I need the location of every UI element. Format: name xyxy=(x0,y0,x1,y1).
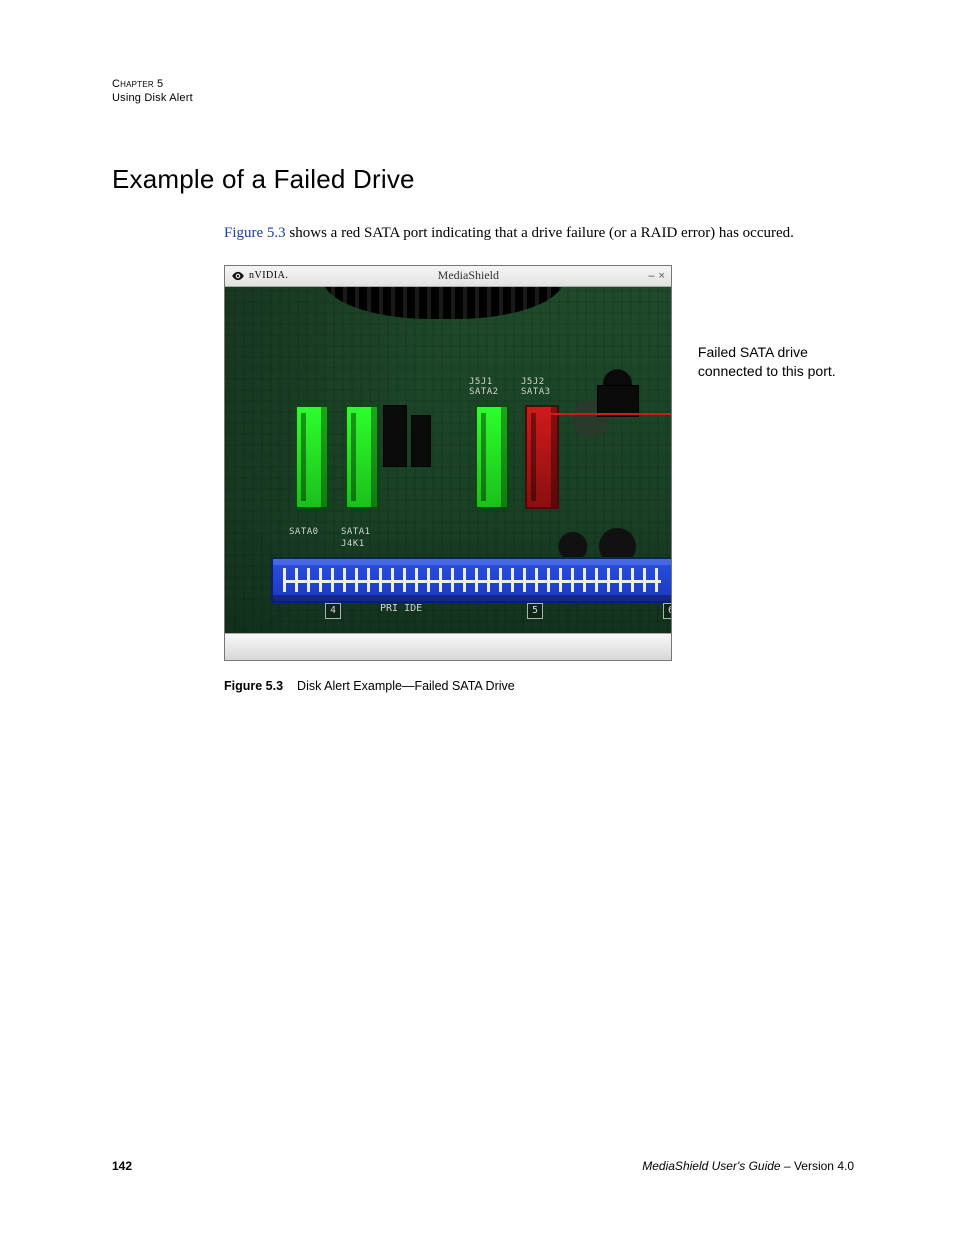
page-number: 142 xyxy=(112,1159,132,1173)
brand-text: nVIDIA. xyxy=(249,270,288,281)
doc-version: Version 4.0 xyxy=(794,1159,854,1173)
board-marker: 5 xyxy=(527,603,543,619)
j-label: J5J1 xyxy=(469,377,493,387)
section-label: Using Disk Alert xyxy=(112,92,854,106)
window-bottombar xyxy=(225,633,671,660)
sata-label: SATA0 xyxy=(289,527,319,537)
ide-pins xyxy=(283,568,661,592)
figure-annotation: Failed SATA drive connected to this port… xyxy=(698,343,854,381)
figure-caption: Figure 5.3 Disk Alert Example—Failed SATA… xyxy=(224,679,854,693)
footer-sep: – xyxy=(781,1159,794,1173)
callout-leader-line xyxy=(543,413,671,415)
figure-caption-text: Disk Alert Example—Failed SATA Drive xyxy=(297,679,515,693)
minimize-button[interactable]: – xyxy=(648,270,654,282)
sata-port-3-failed xyxy=(525,405,559,509)
j-label: J5J2 xyxy=(521,377,545,387)
doc-title: MediaShield User's Guide xyxy=(642,1159,780,1173)
sata-port-0 xyxy=(295,405,329,509)
paragraph-text: shows a red SATA port indicating that a … xyxy=(286,225,794,241)
ide-connector xyxy=(271,557,671,603)
mediashield-window: nVIDIA. MediaShield – × SATA0 xyxy=(224,265,672,661)
eye-icon xyxy=(231,269,245,283)
page-footer: 142 MediaShield User's Guide – Version 4… xyxy=(112,1159,854,1173)
window-titlebar: nVIDIA. MediaShield – × xyxy=(225,266,671,287)
section-title: Example of a Failed Drive xyxy=(112,164,854,195)
chip xyxy=(411,415,431,467)
page-running-header: Chapter 5 Using Disk Alert xyxy=(112,78,854,106)
sata-label: SATA2 xyxy=(469,387,499,397)
sata-label: SATA1 xyxy=(341,527,371,537)
close-button[interactable]: × xyxy=(658,270,664,282)
motherboard-view: SATA0 SATA1 SATA2 SATA3 J5J1 J5J2 J4K1 P… xyxy=(225,287,671,633)
board-marker: 4 xyxy=(325,603,341,619)
figure-number: Figure 5.3 xyxy=(224,679,283,693)
chapter-label: Chapter 5 xyxy=(112,78,854,92)
window-title: MediaShield xyxy=(294,268,642,283)
board-marker: 6 xyxy=(663,603,671,619)
chip xyxy=(383,405,407,467)
figure-crossref[interactable]: Figure 5.3 xyxy=(224,225,286,241)
sata-port-1 xyxy=(345,405,379,509)
sata-port-2 xyxy=(475,405,509,509)
sata-label: SATA3 xyxy=(521,387,551,397)
body-paragraph: Figure 5.3 shows a red SATA port indicat… xyxy=(224,223,844,243)
nvidia-logo: nVIDIA. xyxy=(225,269,294,283)
j-label: J4K1 xyxy=(341,539,365,549)
ide-label: PRI IDE xyxy=(380,603,422,614)
